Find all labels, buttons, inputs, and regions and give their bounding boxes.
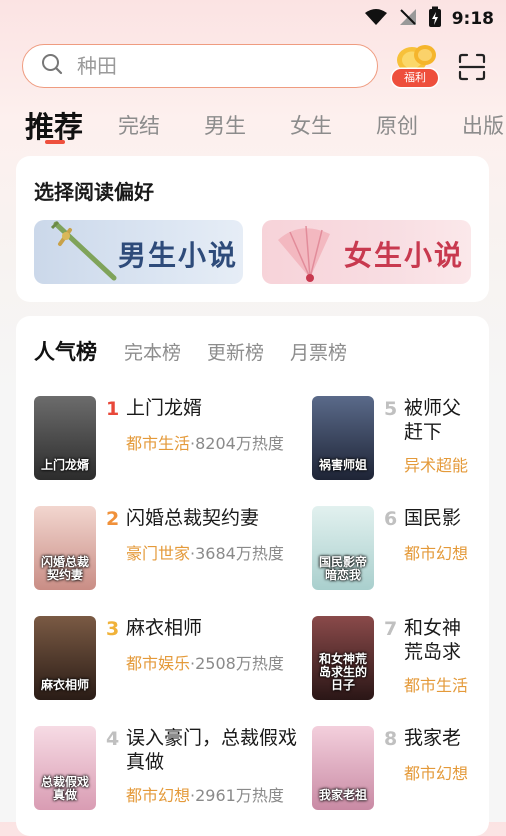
book-genre: 都市幻想	[126, 786, 191, 805]
book-meta: 都市生活·8204万热度	[126, 430, 284, 454]
rank-tab-completed[interactable]: 完本榜	[124, 338, 181, 365]
cover-title: 上门龙婿	[40, 458, 89, 472]
book-cover: 祸害师姐	[312, 396, 374, 480]
rank-number: 6	[384, 508, 398, 530]
status-bar: 9:18	[0, 0, 506, 34]
scan-icon	[458, 53, 486, 85]
search-icon	[23, 53, 63, 79]
reading-preference-card: 选择阅读偏好 男生小说 女生小说	[16, 156, 489, 302]
book-item[interactable]: 祸害师姐 5 被师父赶下山，我祸害师姐 异术超能	[312, 396, 490, 486]
male-novel-label: 男生小说	[118, 239, 239, 272]
rank-tab-updated[interactable]: 更新榜	[207, 338, 264, 365]
welfare-badge: 福利	[392, 69, 438, 87]
cover-title: 总裁假戏真做	[40, 775, 89, 802]
book-title: 被师父赶下山，我祸害师姐	[404, 397, 462, 443]
welfare-button[interactable]: 福利	[392, 42, 440, 90]
book-meta: 都市娱乐·2508万热度	[126, 650, 284, 674]
book-meta: 豪门世家·3684万热度	[126, 540, 284, 564]
scan-button[interactable]	[458, 53, 486, 85]
book-cover: 总裁假戏真做	[34, 726, 96, 810]
rank-tab-monthly[interactable]: 月票榜	[290, 338, 347, 365]
book-title: 闪婚总裁契约妻	[126, 507, 260, 529]
book-meta: 都市幻想	[404, 760, 474, 784]
book-item[interactable]: 国民影帝暗恋我 6 国民影帝暗恋我 都市幻想	[312, 506, 490, 596]
book-title: 我家老祖是大佬	[404, 727, 462, 749]
rank-tab-popularity[interactable]: 人气榜	[34, 336, 97, 366]
cover-title: 麻衣相师	[40, 678, 89, 692]
book-genre: 都市幻想	[404, 764, 469, 783]
rank-number: 8	[384, 728, 398, 750]
battery-charging-icon	[428, 6, 442, 32]
tab-female[interactable]: 女生	[290, 110, 332, 140]
rank-number: 3	[106, 618, 120, 640]
book-heat: ·2508万热度	[190, 654, 284, 673]
no-signal-icon	[398, 7, 418, 31]
book-meta: 都市生活	[404, 672, 474, 696]
book-cover: 闪婚总裁契约妻	[34, 506, 96, 590]
ranking-card: 人气榜 完本榜 更新榜 月票榜 上门龙婿 1 上门龙婿 都市生活·8204万热度…	[16, 316, 489, 836]
cover-title: 祸害师姐	[318, 458, 367, 472]
book-genre: 豪门世家	[126, 544, 191, 563]
top-row: 福利	[0, 42, 506, 92]
rank-number: 5	[384, 398, 398, 420]
tab-indicator	[45, 140, 65, 144]
tab-publish[interactable]: 出版	[462, 110, 504, 140]
tab-finished[interactable]: 完结	[118, 110, 160, 140]
book-item[interactable]: 上门龙婿 1 上门龙婿 都市生活·8204万热度	[34, 396, 284, 486]
rank-number: 2	[106, 508, 120, 530]
book-genre: 都市幻想	[404, 544, 469, 563]
book-cover: 我家老祖	[312, 726, 374, 810]
book-heat: ·2961万热度	[190, 786, 284, 805]
book-title: 麻衣相师	[126, 617, 203, 639]
rank-number: 7	[384, 618, 398, 640]
book-genre: 都市娱乐	[126, 654, 191, 673]
book-item[interactable]: 和女神荒岛求生的日子 7 和女神荒岛求生的日子 都市生活	[312, 616, 490, 706]
book-genre: 都市生活	[126, 434, 191, 453]
cover-title: 闪婚总裁契约妻	[40, 555, 89, 582]
book-genre: 异术超能	[404, 456, 469, 475]
female-novel-button[interactable]: 女生小说	[262, 220, 471, 284]
wifi-icon	[364, 8, 388, 30]
tab-original[interactable]: 原创	[376, 110, 418, 140]
book-heat: ·8204万热度	[190, 434, 284, 453]
book-item[interactable]: 麻衣相师 3 麻衣相师 都市娱乐·2508万热度	[34, 616, 284, 706]
female-novel-label: 女生小说	[344, 239, 465, 272]
cover-title: 国民影帝暗恋我	[318, 555, 367, 582]
book-item[interactable]: 我家老祖 8 我家老祖是大佬 都市幻想	[312, 726, 490, 816]
tab-male[interactable]: 男生	[204, 110, 246, 140]
book-item[interactable]: 总裁假戏真做 4 误入豪门，总裁假戏真做 都市幻想·2961万热度	[34, 726, 297, 816]
book-meta: 异术超能	[404, 452, 474, 476]
book-genre: 都市生活	[404, 676, 469, 695]
book-meta: 都市幻想·2961万热度	[126, 782, 284, 806]
book-cover: 上门龙婿	[34, 396, 96, 480]
status-time: 9:18	[451, 9, 494, 29]
rank-number: 1	[106, 398, 120, 420]
search-bar[interactable]	[22, 44, 378, 88]
category-tabs: 推荐 完结 男生 女生 原创 出版	[0, 102, 506, 148]
cover-title: 和女神荒岛求生的日子	[318, 652, 367, 692]
book-title: 和女神荒岛求生的日子	[404, 617, 462, 663]
book-meta: 都市幻想	[404, 540, 474, 564]
male-novel-button[interactable]: 男生小说	[34, 220, 243, 284]
book-cover: 国民影帝暗恋我	[312, 506, 374, 590]
book-cover: 和女神荒岛求生的日子	[312, 616, 374, 700]
book-title: 上门龙婿	[126, 397, 203, 419]
rank-number: 4	[106, 728, 120, 750]
cover-title: 我家老祖	[318, 788, 367, 802]
search-input[interactable]	[75, 53, 339, 79]
preference-title: 选择阅读偏好	[34, 180, 154, 204]
book-item[interactable]: 闪婚总裁契约妻 2 闪婚总裁契约妻 豪门世家·3684万热度	[34, 506, 284, 596]
book-heat: ·3684万热度	[190, 544, 284, 563]
book-title: 误入豪门，总裁假戏真做	[126, 727, 298, 773]
book-cover: 麻衣相师	[34, 616, 96, 700]
book-title: 国民影帝暗恋我	[404, 507, 462, 529]
